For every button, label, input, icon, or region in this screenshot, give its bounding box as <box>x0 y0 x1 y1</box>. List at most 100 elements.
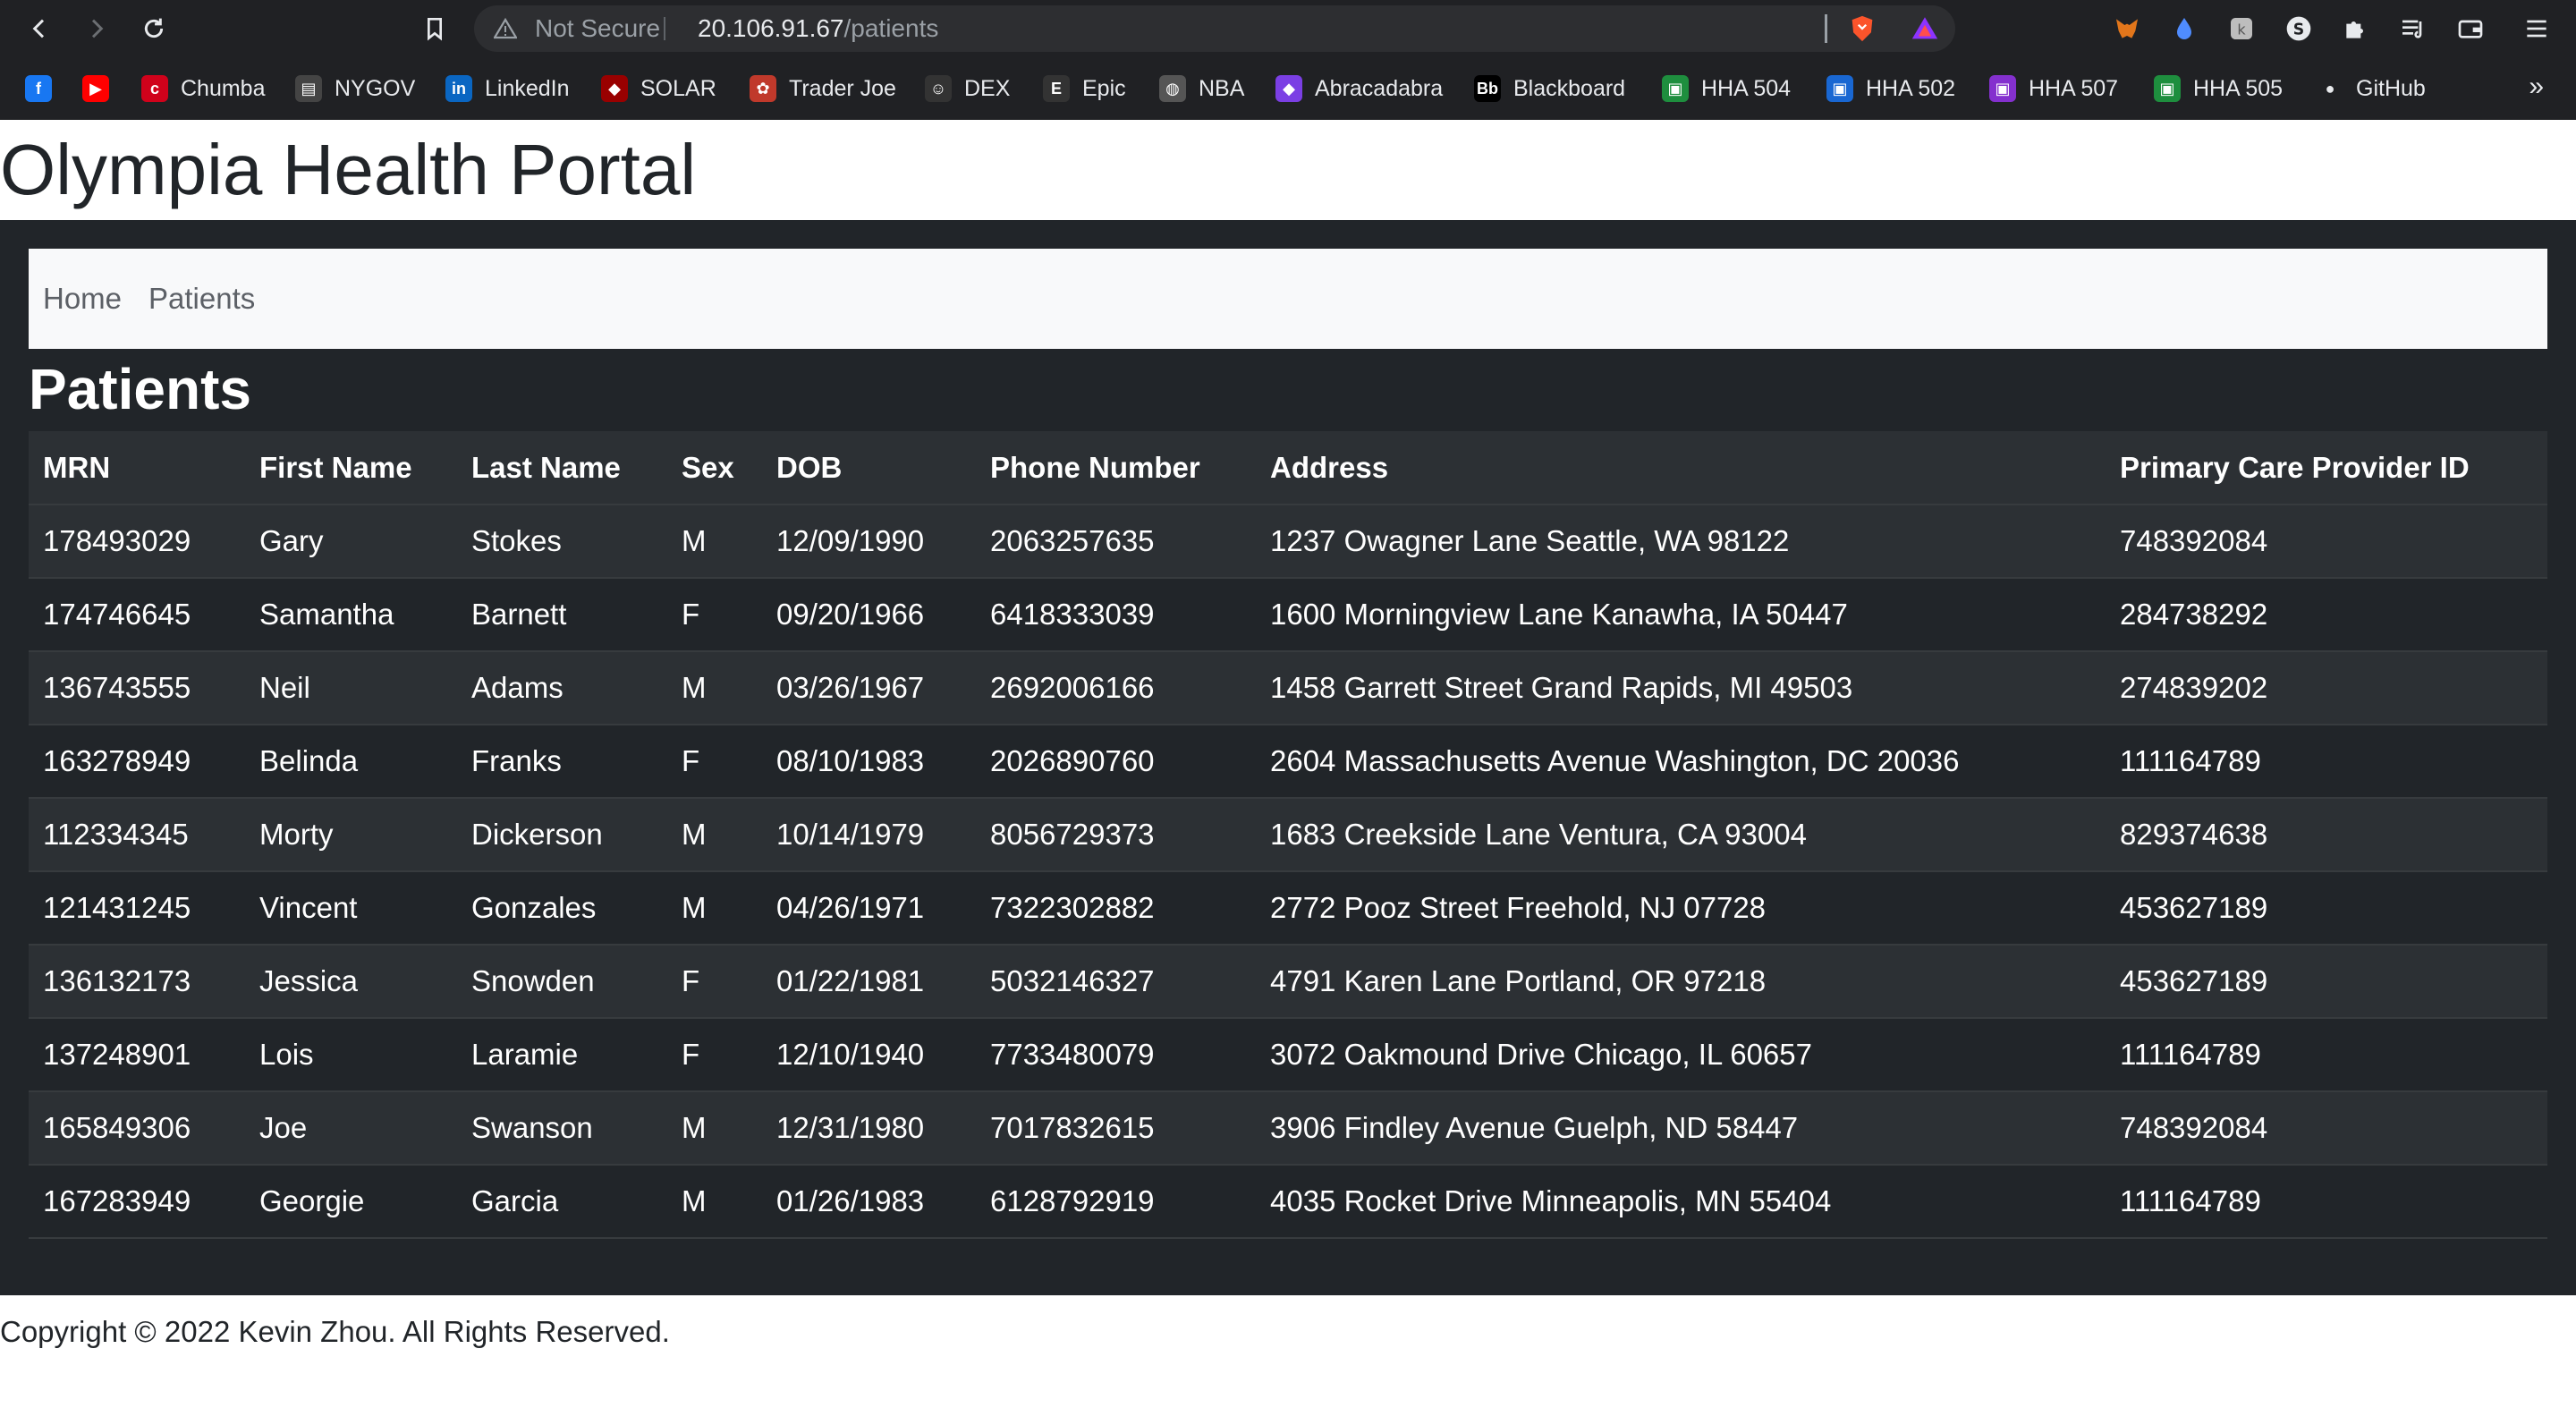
nav-link-patients[interactable]: Patients <box>148 249 255 349</box>
table-cell: 12/31/1980 <box>762 1091 976 1166</box>
bookmark-page-button[interactable] <box>417 11 453 47</box>
bookmark-facebook[interactable]: f <box>25 70 64 107</box>
youtube-icon: ▶ <box>82 75 109 102</box>
table-cell: 6418333039 <box>976 578 1256 652</box>
url-text[interactable]: 20.106.91.67/patients <box>698 5 938 52</box>
column-header: MRN <box>29 431 245 505</box>
table-cell: Belinda <box>245 725 457 799</box>
table-cell: 03/26/1967 <box>762 651 976 725</box>
bookmark-nygov[interactable]: ▤ NYGOV <box>295 70 415 107</box>
nav-link-home[interactable]: Home <box>43 249 122 349</box>
droplet-extension-icon[interactable] <box>2168 13 2200 45</box>
table-cell: F <box>667 1018 762 1092</box>
table-cell: 121431245 <box>29 871 245 946</box>
bookmark-linkedin[interactable]: in LinkedIn <box>445 70 570 107</box>
extension-gray-icon[interactable]: k <box>2225 13 2258 45</box>
bookmark-label: Epic <box>1082 75 1126 101</box>
reload-button[interactable] <box>136 11 172 47</box>
table-cell: M <box>667 871 762 946</box>
table-cell: F <box>667 945 762 1019</box>
extensions-puzzle-icon[interactable] <box>2340 13 2372 45</box>
bookmark-hha-502[interactable]: ▣ HHA 502 <box>1826 70 1955 107</box>
patients-table-container: MRN First Name Last Name Sex DOB Phone Number… <box>29 431 2547 1239</box>
brave-rewards-icon[interactable] <box>1909 13 1941 45</box>
table-row: 136743555 Neil Adams M 03/26/1967 2692006166 1… <box>29 651 2547 725</box>
bookmark-trader-joe[interactable]: ✿ Trader Joe <box>750 70 896 107</box>
epic-icon: E <box>1043 75 1070 102</box>
site-title: Olympia Health Portal <box>0 130 697 209</box>
table-cell: 08/10/1983 <box>762 725 976 799</box>
table-cell: 5032146327 <box>976 945 1256 1019</box>
table-cell: Snowden <box>457 945 667 1019</box>
column-header: Sex <box>667 431 762 505</box>
bookmark-label: GitHub <box>2356 75 2426 101</box>
bookmark-youtube[interactable]: ▶ <box>82 70 122 107</box>
bookmark-solar[interactable]: ◆ SOLAR <box>601 70 716 107</box>
column-header: DOB <box>762 431 976 505</box>
table-cell: Neil <box>245 651 457 725</box>
table-cell: Georgie <box>245 1165 457 1239</box>
bookmark-hha-505[interactable]: ▣ HHA 505 <box>2154 70 2283 107</box>
table-cell: Gonzales <box>457 871 667 946</box>
bookmark-chumba[interactable]: c Chumba <box>141 70 266 107</box>
bookmark-hha-504[interactable]: ▣ HHA 504 <box>1662 70 1791 107</box>
bookmarks-overflow-button[interactable]: » <box>2529 72 2544 102</box>
reload-icon <box>144 18 164 38</box>
facebook-icon: f <box>25 75 52 102</box>
bookmark-label: Abracadabra <box>1315 75 1444 101</box>
browser-toolbar: Not Secure 20.106.91.67/patients k S <box>0 0 2576 57</box>
table-row: 112334345 Morty Dickerson M 10/14/1979 805672… <box>29 798 2547 872</box>
s-extension-icon[interactable]: S <box>2283 13 2315 45</box>
table-row: 178493029 Gary Stokes M 12/09/1990 2063257635… <box>29 505 2547 579</box>
back-button[interactable] <box>21 11 57 47</box>
reading-list-icon[interactable] <box>2397 13 2429 45</box>
bookmark-nba[interactable]: ◍ NBA <box>1159 70 1244 107</box>
bookmark-abracadabra[interactable]: ◆ Abracadabra <box>1275 70 1443 107</box>
wallet-icon[interactable] <box>2454 13 2487 45</box>
bookmark-label: HHA 507 <box>2029 75 2119 101</box>
back-arrow-icon <box>32 19 45 38</box>
table-row: 137248901 Lois Laramie F 12/10/1940 773348007… <box>29 1018 2547 1092</box>
bookmark-hha-507[interactable]: ▣ HHA 507 <box>1989 70 2118 107</box>
table-cell: 829374638 <box>2106 798 2547 872</box>
address-bar[interactable]: Not Secure 20.106.91.67/patients <box>474 5 1955 52</box>
table-cell: 04/26/1971 <box>762 871 976 946</box>
menu-icon[interactable] <box>2521 13 2553 45</box>
table-cell: 111164789 <box>2106 1165 2547 1239</box>
table-cell: 01/26/1983 <box>762 1165 976 1239</box>
chumba-icon: c <box>141 75 168 102</box>
column-header: Last Name <box>457 431 667 505</box>
bookmark-label: LinkedIn <box>485 75 570 101</box>
url-divider <box>1825 14 1827 43</box>
table-cell: 274839202 <box>2106 651 2547 725</box>
bookmark-epic[interactable]: E Epic <box>1043 70 1126 107</box>
table-header: MRN First Name Last Name Sex DOB Phone Number… <box>29 431 2547 505</box>
brave-shields-icon[interactable] <box>1846 13 1878 45</box>
table-cell: 111164789 <box>2106 725 2547 799</box>
table-cell: 136132173 <box>29 945 245 1019</box>
copyright-text: Copyright © 2022 Kevin Zhou. All Rights … <box>0 1315 670 1348</box>
main-content: Home Patients Patients MRN First Name Last… <box>0 220 2576 1295</box>
bookmarks-bar: » f ▶ c Chumba ▤ NYGOV in LinkedIn ◆ SOLAR ✿ Trader… <box>0 57 2576 120</box>
security-status[interactable]: Not Secure <box>535 5 660 52</box>
bookmark-dex[interactable]: ☺ DEX <box>925 70 1010 107</box>
column-header: First Name <box>245 431 457 505</box>
bookmark-label: HHA 504 <box>1701 75 1792 101</box>
table-cell: M <box>667 651 762 725</box>
page-heading: Patients <box>29 357 251 421</box>
metamask-icon[interactable] <box>2111 13 2143 45</box>
bookmark-github[interactable]: ● GitHub <box>2317 70 2426 107</box>
nygov-icon: ▤ <box>295 75 322 102</box>
classroom-icon: ▣ <box>1989 75 2016 102</box>
forward-button[interactable] <box>79 11 114 47</box>
table-cell: M <box>667 798 762 872</box>
table-cell: 136743555 <box>29 651 245 725</box>
table-cell: 8056729373 <box>976 798 1256 872</box>
table-cell: 178493029 <box>29 505 245 579</box>
table-cell: Joe <box>245 1091 457 1166</box>
table-cell: 111164789 <box>2106 1018 2547 1092</box>
bookmark-blackboard[interactable]: Bb Blackboard <box>1474 70 1625 107</box>
table-body: 178493029 Gary Stokes M 12/09/1990 2063257635… <box>29 505 2547 1239</box>
warning-icon <box>494 18 517 39</box>
solar-icon: ◆ <box>601 75 628 102</box>
